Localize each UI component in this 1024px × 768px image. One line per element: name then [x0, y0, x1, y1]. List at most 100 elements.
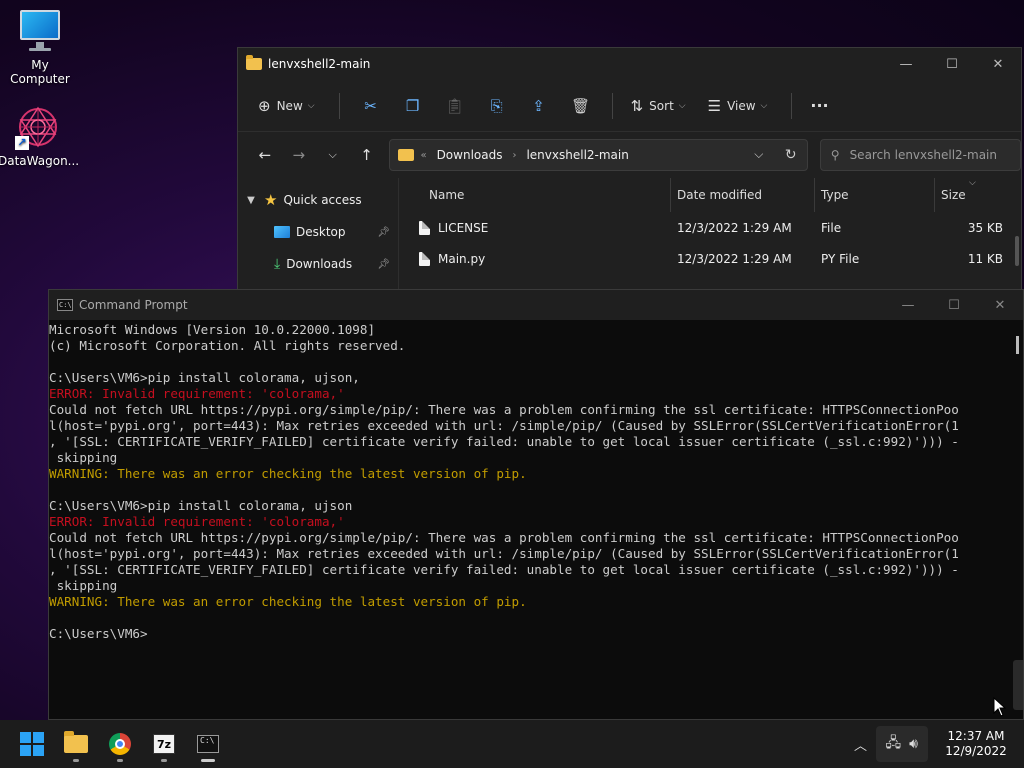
desktop-folder-icon: [274, 226, 290, 238]
desktop-icon-my-computer[interactable]: My Computer: [0, 8, 80, 86]
column-header-type[interactable]: Type: [815, 178, 935, 212]
scrollbar-thumb[interactable]: [1016, 336, 1019, 354]
sort-button[interactable]: ⇅ Sort ⌵: [623, 90, 694, 122]
scrollbar-track[interactable]: [1013, 660, 1023, 710]
address-bar[interactable]: « Downloads › lenvxshell2-main ⌵ ↻: [389, 139, 808, 171]
more-options-button[interactable]: ···: [802, 90, 836, 122]
taskbar-file-explorer[interactable]: [54, 724, 98, 764]
console-line: C:\Users\VM6>pip install colorama, ujson…: [49, 370, 360, 385]
file-list-header: Name Date modified Type Size: [399, 178, 1021, 212]
copy-icon[interactable]: ❐: [392, 90, 434, 122]
console-output[interactable]: Microsoft Windows [Version 10.0.22000.10…: [49, 320, 1011, 642]
back-arrow-icon[interactable]: ←: [248, 140, 282, 170]
scrollbar-thumb[interactable]: [1015, 236, 1019, 266]
view-button[interactable]: ☰ View ⌵: [700, 90, 776, 122]
breadcrumb-downloads[interactable]: Downloads: [437, 148, 503, 162]
show-hidden-icons-chevron-icon[interactable]: ︿: [846, 735, 876, 754]
breadcrumb-current-folder[interactable]: lenvxshell2-main: [526, 148, 628, 162]
console-line: WARNING: There was an error checking the…: [49, 466, 527, 481]
maximize-button[interactable]: ☐: [931, 290, 977, 320]
paste-icon[interactable]: 📋︎: [434, 90, 476, 122]
chevron-down-icon: ⌵: [307, 100, 315, 111]
computer-icon: [17, 8, 63, 54]
rename-icon[interactable]: ⎘: [476, 90, 518, 122]
explorer-title: lenvxshell2-main: [268, 57, 371, 71]
taskbar-command-prompt[interactable]: C:\: [186, 724, 230, 764]
quick-settings-button[interactable]: 🖧︎ 🔊︎: [875, 726, 928, 762]
folder-icon: [398, 149, 415, 161]
column-header-name[interactable]: Name: [399, 178, 671, 212]
datawagon-icon: ↗: [15, 104, 61, 150]
minimize-button[interactable]: —: [885, 290, 931, 320]
taskbar-chrome[interactable]: [98, 724, 142, 764]
clock[interactable]: 12:37 AM 12/9/2022: [936, 729, 1016, 759]
nav-item-label: Downloads: [286, 257, 353, 271]
refresh-icon[interactable]: ↻: [775, 147, 807, 163]
pin-icon: 📌︎: [377, 258, 390, 270]
file-explorer-icon: [64, 731, 88, 753]
start-button[interactable]: [10, 724, 54, 764]
file-row[interactable]: Main.py 12/3/2022 1:29 AM PY File 11 KB: [399, 243, 1021, 274]
navigation-pane: ▼ ★ Quick access Desktop 📌︎ ⤓ Downloads …: [238, 178, 398, 296]
close-button[interactable]: ✕: [975, 49, 1021, 79]
recent-locations-chevron-icon[interactable]: ⌵: [316, 140, 350, 170]
download-arrow-icon: ⤓: [274, 256, 281, 272]
nav-item-label: Desktop: [296, 225, 346, 239]
console-line: WARNING: There was an error checking the…: [49, 594, 527, 609]
console-line: skipping: [49, 578, 118, 593]
nav-item-label: Quick access: [283, 193, 362, 207]
command-prompt-window[interactable]: C:\ Command Prompt — ☐ ✕ Microsoft Windo…: [48, 289, 1024, 720]
file-explorer-window[interactable]: lenvxshell2-main — ☐ ✕ ⊕ New ⌵ ✂ ❐ 📋︎ ⎘ …: [237, 47, 1022, 297]
search-box[interactable]: ⚲: [819, 139, 1021, 171]
close-button[interactable]: ✕: [977, 290, 1023, 320]
cmd-title: Command Prompt: [79, 298, 188, 312]
desktop-icon-label: DataWagon...: [0, 154, 80, 168]
7zip-icon: 7z: [153, 734, 175, 754]
sort-caret-icon: ⌵: [969, 178, 976, 188]
file-date: 12/3/2022 1:29 AM: [677, 220, 792, 235]
delete-icon[interactable]: 🗑︎: [560, 90, 602, 122]
clock-time: 12:37 AM: [947, 729, 1005, 743]
file-type: File: [821, 220, 842, 235]
taskbar: 7z C:\ ︿ 🖧︎ 🔊︎ 12:37 AM 12/9/2022: [0, 720, 1024, 768]
forward-arrow-icon[interactable]: →: [282, 140, 316, 170]
column-header-date[interactable]: Date modified: [671, 178, 815, 212]
pin-icon: 📌︎: [377, 226, 390, 238]
desktop-icon-datawagon[interactable]: ↗ DataWagon...: [0, 104, 80, 168]
nav-item-desktop[interactable]: Desktop 📌︎: [238, 216, 398, 248]
explorer-title-bar[interactable]: lenvxshell2-main — ☐ ✕: [238, 48, 1021, 80]
command-prompt-icon: C:\: [197, 735, 219, 753]
address-overflow-icon[interactable]: «: [420, 150, 426, 161]
file-date: 12/3/2022 1:29 AM: [677, 251, 792, 266]
folder-icon: [246, 55, 262, 70]
file-row[interactable]: LICENSE 12/3/2022 1:29 AM File 35 KB: [399, 212, 1021, 243]
volume-icon: 🔊︎: [909, 736, 918, 752]
nav-item-downloads[interactable]: ⤓ Downloads 📌︎: [238, 248, 398, 280]
file-list: ⌵ Name Date modified Type Size LICENSE 1…: [398, 178, 1021, 296]
share-icon[interactable]: ⇪: [518, 90, 560, 122]
console-line: ERROR: Invalid requirement: 'colorama,': [49, 514, 345, 529]
plus-circle-icon: ⊕: [258, 96, 271, 115]
up-arrow-icon[interactable]: ↑: [350, 140, 384, 170]
nav-quick-access[interactable]: ▼ ★ Quick access: [238, 184, 398, 216]
file-name: Main.py: [438, 251, 486, 266]
minimize-button[interactable]: —: [883, 49, 929, 79]
taskbar-7zip[interactable]: 7z: [142, 724, 186, 764]
maximize-button[interactable]: ☐: [929, 49, 975, 79]
file-type: PY File: [821, 251, 860, 266]
expand-chevron-icon[interactable]: ▼: [238, 195, 264, 206]
console-line: l(host='pypi.org', port=443): Max retrie…: [49, 418, 959, 433]
new-button[interactable]: ⊕ New ⌵: [250, 90, 323, 122]
explorer-navigation-bar: ← → ⌵ ↑ « Downloads › lenvxshell2-main ⌵…: [238, 132, 1021, 178]
star-icon: ★: [264, 191, 278, 209]
chevron-down-icon: ⌵: [678, 100, 686, 111]
search-input[interactable]: [849, 148, 1010, 162]
console-line: C:\Users\VM6>pip install colorama, ujson: [49, 498, 353, 513]
network-icon: 🖧︎: [885, 735, 902, 751]
address-history-chevron-icon[interactable]: ⌵: [743, 147, 775, 163]
console-line: , '[SSL: CERTIFICATE_VERIFY_FAILED] cert…: [49, 562, 959, 577]
cmd-title-bar[interactable]: C:\ Command Prompt — ☐ ✕: [49, 290, 1023, 320]
cut-icon[interactable]: ✂: [350, 90, 392, 122]
